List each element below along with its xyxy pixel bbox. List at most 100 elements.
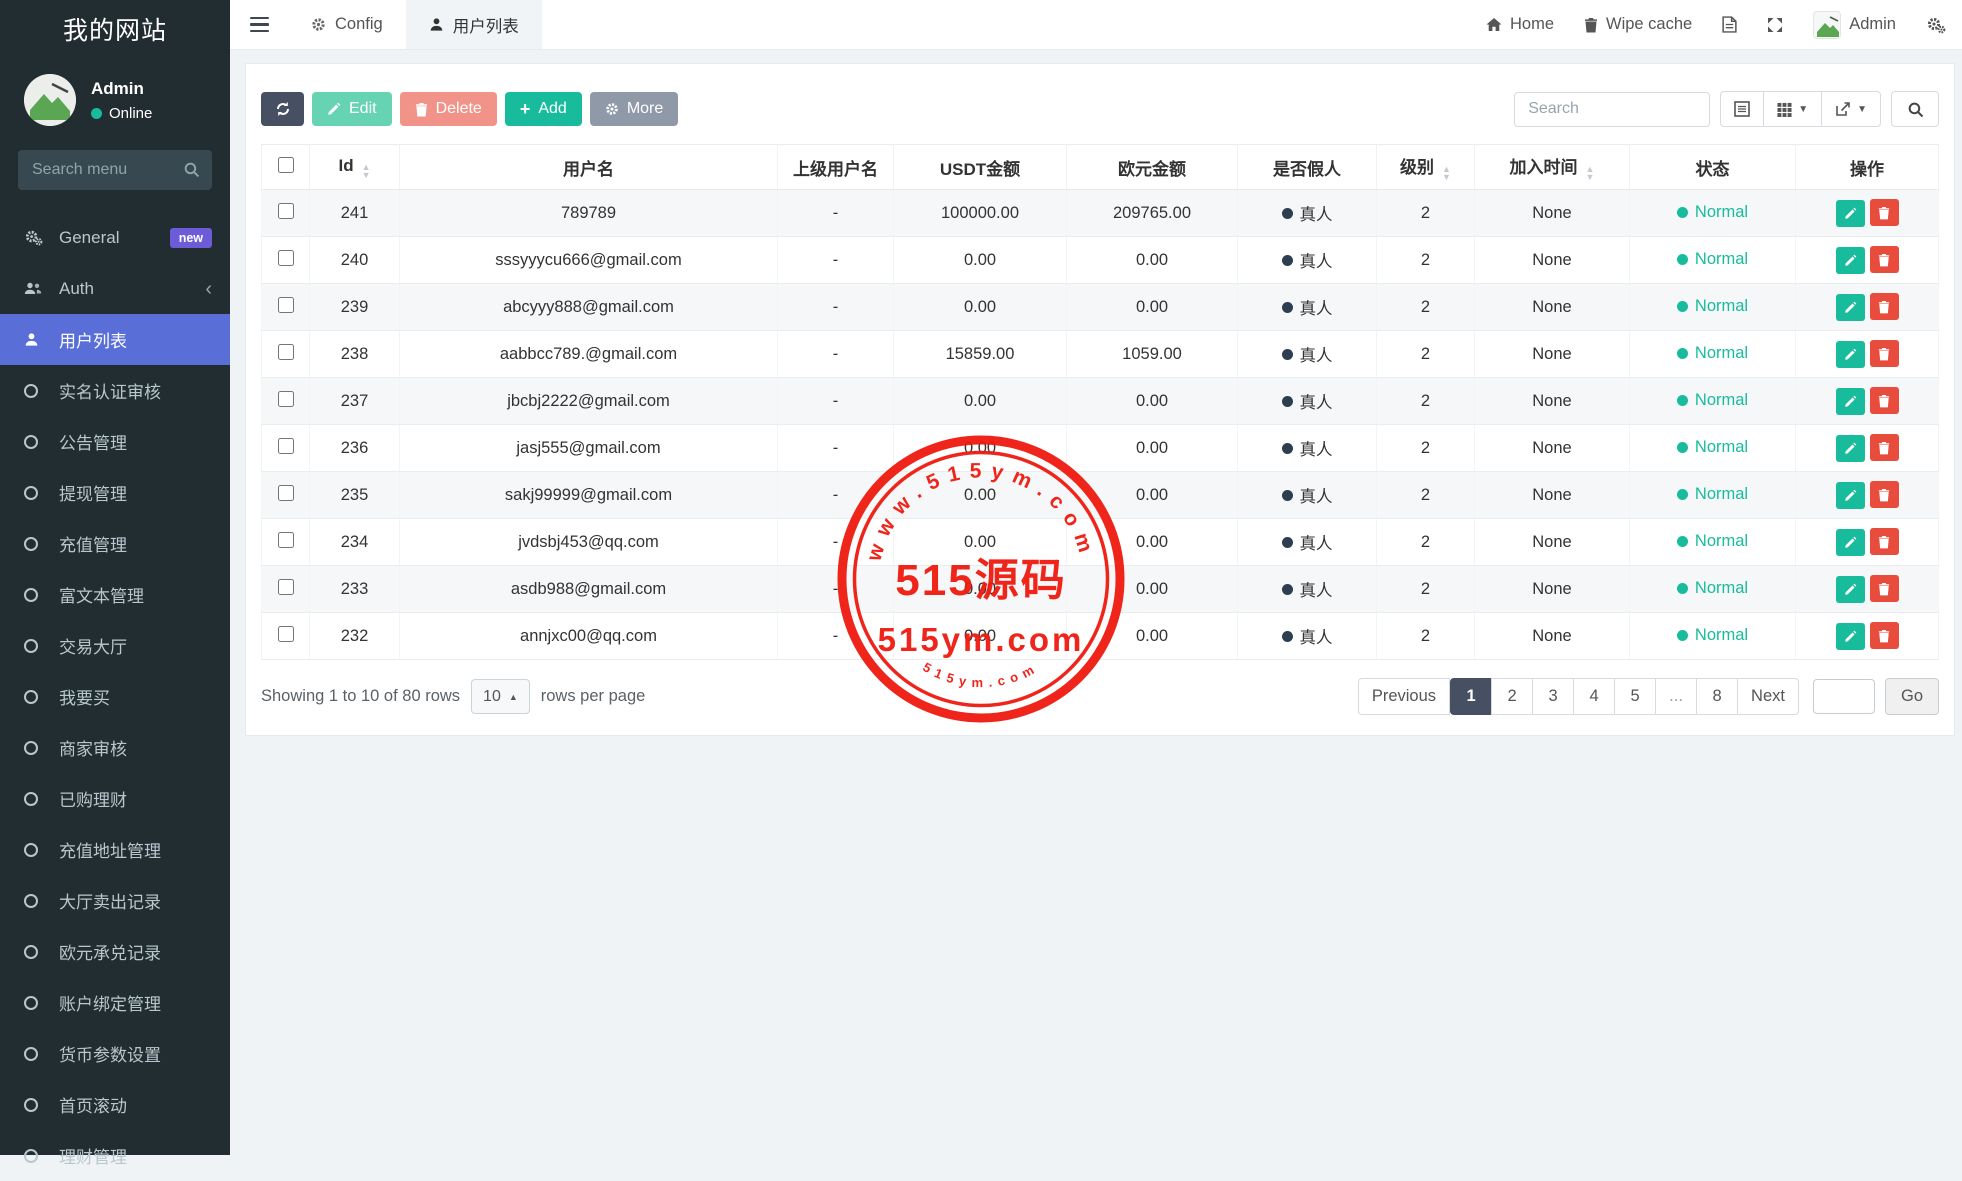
row-checkbox[interactable] — [278, 250, 294, 266]
sidebar-item-Auth[interactable]: Auth‹ — [0, 263, 230, 314]
row-delete-button[interactable] — [1870, 481, 1899, 508]
row-edit-button[interactable] — [1836, 247, 1865, 274]
table-header-row: Id▲▼用户名上级用户名USDT金额欧元金额是否假人级别▲▼加入时间▲▼状态操作 — [262, 145, 1939, 190]
id-cell: 241 — [310, 190, 400, 237]
fullscreen-button[interactable] — [1752, 0, 1798, 49]
sidebar-item-大厅卖出记录[interactable]: 大厅卖出记录 — [0, 875, 230, 926]
sidebar-item-充值地址管理[interactable]: 充值地址管理 — [0, 824, 230, 875]
row-edit-button[interactable] — [1836, 482, 1865, 509]
table-view-controls: ▼ ▼ — [1720, 91, 1881, 127]
tab-config[interactable]: Config — [288, 0, 406, 49]
sidebar-toggle-button[interactable] — [230, 0, 288, 49]
detail-view-button[interactable] — [1720, 91, 1764, 127]
more-button[interactable]: More — [590, 92, 678, 126]
sidebar-item-General[interactable]: Generalnew — [0, 212, 230, 263]
row-delete-button[interactable] — [1870, 246, 1899, 273]
column-header-加入时间[interactable]: 加入时间▲▼ — [1475, 145, 1630, 190]
row-delete-button[interactable] — [1870, 199, 1899, 226]
home-button[interactable]: Home — [1471, 0, 1569, 49]
go-button[interactable]: Go — [1885, 678, 1939, 715]
sidebar-item-充值管理[interactable]: 充值管理 — [0, 518, 230, 569]
wipe-cache-button[interactable]: Wipe cache — [1569, 0, 1707, 49]
sidebar-item-label: 我要买 — [59, 684, 110, 709]
row-checkbox[interactable] — [278, 438, 294, 454]
column-header-Id[interactable]: Id▲▼ — [310, 145, 400, 190]
real-user-dot-icon — [1282, 302, 1293, 313]
row-delete-button[interactable] — [1870, 434, 1899, 461]
sidebar-item-提现管理[interactable]: 提现管理 — [0, 467, 230, 518]
row-checkbox[interactable] — [278, 532, 294, 548]
row-edit-button[interactable] — [1836, 341, 1865, 368]
sidebar-item-货币参数设置[interactable]: 货币参数设置 — [0, 1028, 230, 1079]
sidebar-item-欧元承兑记录[interactable]: 欧元承兑记录 — [0, 926, 230, 977]
row-delete-button[interactable] — [1870, 528, 1899, 555]
next-page-button[interactable]: Next — [1737, 678, 1799, 715]
columns-button[interactable]: ▼ — [1763, 91, 1822, 127]
status-dot-icon — [1677, 207, 1688, 218]
row-delete-button[interactable] — [1870, 293, 1899, 320]
page-button-5[interactable]: 5 — [1614, 678, 1656, 715]
page-button-3[interactable]: 3 — [1532, 678, 1574, 715]
sort-carets-icon[interactable]: ▲▼ — [362, 163, 371, 179]
select-all-checkbox[interactable] — [278, 157, 294, 173]
admin-menu[interactable]: Admin — [1798, 0, 1911, 49]
row-checkbox[interactable] — [278, 203, 294, 219]
sort-carets-icon[interactable]: ▲▼ — [1586, 165, 1595, 181]
row-edit-button[interactable] — [1836, 200, 1865, 227]
edit-button[interactable]: Edit — [312, 92, 392, 126]
sidebar-item-实名认证审核[interactable]: 实名认证审核 — [0, 365, 230, 416]
row-delete-button[interactable] — [1870, 622, 1899, 649]
row-edit-button[interactable] — [1836, 623, 1865, 650]
row-checkbox[interactable] — [278, 297, 294, 313]
level-cell: 2 — [1377, 425, 1475, 472]
check-update-button[interactable] — [1707, 0, 1752, 49]
previous-page-button[interactable]: Previous — [1358, 678, 1450, 715]
content-area: Edit Delete + Add More — [230, 50, 1962, 1155]
page-size-dropdown[interactable]: 10 ▲ — [471, 679, 530, 714]
row-edit-button[interactable] — [1836, 576, 1865, 603]
row-delete-button[interactable] — [1870, 340, 1899, 367]
row-delete-button[interactable] — [1870, 575, 1899, 602]
sidebar-item-富文本管理[interactable]: 富文本管理 — [0, 569, 230, 620]
refresh-button[interactable] — [261, 92, 304, 126]
page-jump-input[interactable] — [1813, 679, 1875, 714]
column-header-级别[interactable]: 级别▲▼ — [1377, 145, 1475, 190]
sidebar-item-已购理财[interactable]: 已购理财 — [0, 773, 230, 824]
circle-icon — [24, 435, 38, 449]
row-checkbox[interactable] — [278, 485, 294, 501]
sort-carets-icon[interactable]: ▲▼ — [1442, 165, 1451, 181]
level-cell: 2 — [1377, 472, 1475, 519]
row-edit-button[interactable] — [1836, 529, 1865, 556]
page-button-1[interactable]: 1 — [1450, 678, 1492, 715]
page-button-2[interactable]: 2 — [1491, 678, 1533, 715]
sidebar-item-理财管理[interactable]: 理财管理 — [0, 1130, 230, 1181]
row-edit-button[interactable] — [1836, 294, 1865, 321]
export-button[interactable]: ▼ — [1821, 91, 1881, 127]
avatar — [24, 74, 76, 126]
table-search-input[interactable] — [1514, 92, 1710, 127]
sidebar-item-首页滚动[interactable]: 首页滚动 — [0, 1079, 230, 1130]
row-checkbox[interactable] — [278, 344, 294, 360]
row-edit-button[interactable] — [1836, 435, 1865, 462]
settings-button[interactable] — [1911, 0, 1961, 49]
row-checkbox[interactable] — [278, 579, 294, 595]
row-edit-button[interactable] — [1836, 388, 1865, 415]
sidebar-item-用户列表[interactable]: 用户列表 — [0, 314, 230, 365]
page-button-4[interactable]: 4 — [1573, 678, 1615, 715]
delete-button[interactable]: Delete — [400, 92, 497, 126]
tab-userlist[interactable]: 用户列表 — [406, 0, 542, 49]
row-checkbox[interactable] — [278, 391, 294, 407]
sidebar-item-公告管理[interactable]: 公告管理 — [0, 416, 230, 467]
pencil-icon — [1844, 301, 1857, 314]
row-checkbox[interactable] — [278, 626, 294, 642]
sidebar-item-交易大厅[interactable]: 交易大厅 — [0, 620, 230, 671]
search-submit-button[interactable] — [1891, 91, 1939, 127]
page-button-8[interactable]: 8 — [1696, 678, 1738, 715]
actions-cell — [1796, 472, 1939, 519]
add-button[interactable]: + Add — [505, 92, 582, 126]
real-user-dot-icon — [1282, 537, 1293, 548]
sidebar-item-我要买[interactable]: 我要买 — [0, 671, 230, 722]
row-delete-button[interactable] — [1870, 387, 1899, 414]
sidebar-item-账户绑定管理[interactable]: 账户绑定管理 — [0, 977, 230, 1028]
sidebar-item-商家审核[interactable]: 商家审核 — [0, 722, 230, 773]
